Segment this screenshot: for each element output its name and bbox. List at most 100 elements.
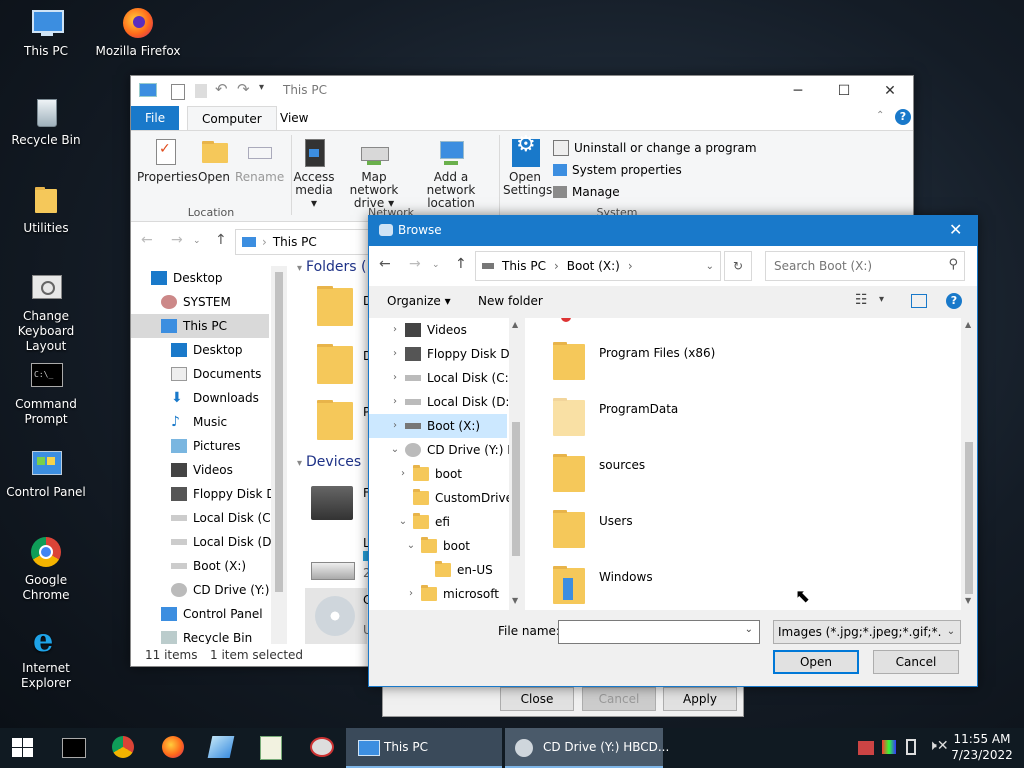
- taskbar-cmd-icon[interactable]: [62, 738, 86, 758]
- nav-scrollbar[interactable]: [271, 266, 287, 644]
- close-dialog-button[interactable]: Close: [500, 687, 574, 711]
- recent-locations-icon[interactable]: ⌄: [193, 236, 201, 246]
- desktop-icon-keyboard-layout[interactable]: Change Keyboard Layout: [0, 271, 92, 354]
- desktop-icon-internet-explorer[interactable]: e Internet Explorer: [0, 623, 92, 691]
- open-button[interactable]: Open: [195, 137, 233, 184]
- tree-item-local-disk-d[interactable]: › Local Disk (D:): [389, 390, 509, 414]
- maximize-button[interactable]: ☐: [821, 76, 867, 106]
- qat-dropdown-icon[interactable]: ▾: [259, 82, 264, 93]
- volume-muted-icon[interactable]: 🕨✕: [928, 738, 949, 754]
- new-folder-qat-icon[interactable]: [195, 84, 207, 98]
- nav-item-recycle-bin[interactable]: Recycle Bin: [161, 626, 271, 644]
- file-item-programdata[interactable]: ProgramData: [553, 396, 913, 440]
- cancel-dialog-button[interactable]: Cancel: [582, 687, 656, 711]
- breadcrumb-boot-x[interactable]: Boot (X:): [567, 259, 620, 273]
- undo-icon[interactable]: ↶: [215, 80, 228, 98]
- file-name-combobox[interactable]: ⌄: [558, 620, 760, 644]
- breadcrumb-separator[interactable]: ›: [554, 259, 559, 273]
- properties-button[interactable]: ✓ Properties: [137, 137, 198, 184]
- folder-icon[interactable]: [317, 344, 353, 384]
- nav-item-music[interactable]: ♪ Music: [171, 410, 271, 434]
- expand-chevron-icon[interactable]: ›: [389, 318, 401, 342]
- nav-item-desktop-sub[interactable]: Desktop: [171, 338, 271, 362]
- collapse-chevron-icon[interactable]: ⌄: [405, 534, 417, 558]
- file-type-dropdown-icon[interactable]: ⌄: [942, 621, 960, 643]
- scroll-down-icon[interactable]: ▼: [512, 596, 518, 605]
- tray-usb-icon[interactable]: [906, 739, 916, 755]
- start-button[interactable]: [12, 738, 34, 758]
- file-item-program-files-x86[interactable]: Program Files (x86): [553, 340, 913, 384]
- redo-icon[interactable]: ↷: [237, 80, 250, 98]
- nav-item-desktop[interactable]: Desktop: [151, 266, 281, 290]
- folder-icon[interactable]: [317, 400, 353, 440]
- nav-item-local-disk-c[interactable]: Local Disk (C:): [171, 506, 271, 530]
- taskbar-paint-icon[interactable]: [310, 737, 334, 757]
- file-item-users[interactable]: Users: [553, 508, 913, 552]
- recent-locations-icon[interactable]: ⌄: [432, 260, 440, 270]
- expand-chevron-icon[interactable]: ›: [397, 462, 409, 486]
- taskbar-task-this-pc[interactable]: This PC: [346, 728, 502, 768]
- nav-item-downloads[interactable]: ⬇ Downloads: [171, 386, 271, 410]
- scroll-up-icon[interactable]: ▲: [512, 320, 518, 329]
- uninstall-program-button[interactable]: Uninstall or change a program: [553, 139, 757, 157]
- tree-item-local-disk-c[interactable]: › Local Disk (C:): [389, 366, 509, 390]
- view-options-icon[interactable]: ☷: [855, 292, 868, 308]
- nav-item-floppy[interactable]: Floppy Disk Dri: [171, 482, 271, 506]
- expand-chevron-icon[interactable]: ›: [389, 342, 401, 366]
- new-folder-button[interactable]: New folder: [478, 294, 543, 308]
- address-bar[interactable]: › This PC: [235, 229, 377, 255]
- tree-item-videos[interactable]: › Videos: [389, 318, 509, 342]
- close-button[interactable]: ✕: [867, 76, 913, 106]
- desktop-icon-firefox[interactable]: Mozilla Firefox: [92, 6, 184, 59]
- collapse-chevron-icon[interactable]: ⌄: [389, 438, 401, 462]
- file-item-windows[interactable]: Windows: [553, 564, 913, 608]
- nav-item-boot-x[interactable]: Boot (X:): [171, 554, 271, 578]
- desktop-icon-utilities[interactable]: Utilities: [0, 183, 92, 236]
- search-box[interactable]: ⚲: [765, 251, 965, 281]
- nav-item-cd-drive[interactable]: CD Drive (Y:) H: [171, 578, 271, 602]
- refresh-button[interactable]: ↻: [724, 251, 752, 281]
- nav-item-this-pc[interactable]: This PC: [131, 314, 269, 338]
- file-list-scrollbar[interactable]: ▲ ▼: [961, 318, 977, 610]
- floppy-drive-icon[interactable]: [311, 486, 353, 520]
- clock[interactable]: 11:55 AM 7/23/2022: [950, 731, 1014, 763]
- tree-item-boot-x[interactable]: › Boot (X:): [369, 414, 507, 438]
- taskbar-firefox-icon[interactable]: [162, 736, 184, 758]
- organize-button[interactable]: Organize ▾: [387, 294, 451, 308]
- explorer-titlebar[interactable]: ↶ ↷ ▾ This PC ─ ☐ ✕: [131, 76, 913, 106]
- tree-item-customdrive[interactable]: CustomDrive: [413, 486, 509, 510]
- tree-scrollbar[interactable]: ▲ ▼: [509, 318, 523, 610]
- tab-computer[interactable]: Computer: [187, 106, 277, 131]
- close-button[interactable]: ✕: [949, 220, 962, 239]
- tray-network-icon[interactable]: [858, 741, 874, 755]
- section-header-folders[interactable]: ▾ Folders (: [297, 259, 367, 275]
- tree-item-cd-drive[interactable]: ⌄ CD Drive (Y:) H: [389, 438, 509, 462]
- tree-item-boot[interactable]: › boot: [397, 462, 509, 486]
- system-properties-button[interactable]: System properties: [553, 161, 682, 179]
- desktop-icon-chrome[interactable]: Google Chrome: [0, 535, 92, 603]
- nav-scrollbar-thumb[interactable]: [275, 272, 283, 592]
- minimize-button[interactable]: ─: [775, 76, 821, 106]
- section-header-devices[interactable]: ▾ Devices: [297, 454, 361, 470]
- tree-item-efi[interactable]: ⌄ efi: [397, 510, 509, 534]
- drive-icon[interactable]: [311, 562, 355, 580]
- add-network-location-button[interactable]: Add a network location: [411, 137, 491, 210]
- map-drive-button[interactable]: Map network drive ▾: [337, 137, 411, 210]
- tray-display-icon[interactable]: [882, 740, 896, 754]
- help-icon[interactable]: ?: [895, 109, 911, 125]
- tree-scrollbar-thumb[interactable]: [512, 422, 520, 556]
- manage-button[interactable]: Manage: [553, 183, 620, 201]
- tree-item-floppy[interactable]: › Floppy Disk Dri: [389, 342, 509, 366]
- access-media-button[interactable]: Access media ▾: [293, 137, 335, 210]
- taskbar-chrome-icon[interactable]: [112, 736, 134, 758]
- open-settings-button[interactable]: ⚙ Open Settings: [503, 134, 552, 197]
- back-button[interactable]: ←: [379, 256, 391, 272]
- file-name-dropdown-icon[interactable]: ⌄: [745, 624, 753, 635]
- file-type-select[interactable]: Images (*.jpg;*.jpeg;*.gif;*.png; ⌄: [773, 620, 961, 644]
- nav-item-videos[interactable]: Videos: [171, 458, 271, 482]
- browse-address-bar[interactable]: This PC › Boot (X:) › ⌄: [475, 251, 721, 281]
- browse-titlebar[interactable]: Browse ✕: [369, 216, 977, 246]
- expand-chevron-icon[interactable]: ›: [389, 390, 401, 414]
- file-name-input[interactable]: [563, 622, 737, 642]
- desktop-icon-recycle-bin[interactable]: Recycle Bin: [0, 95, 92, 148]
